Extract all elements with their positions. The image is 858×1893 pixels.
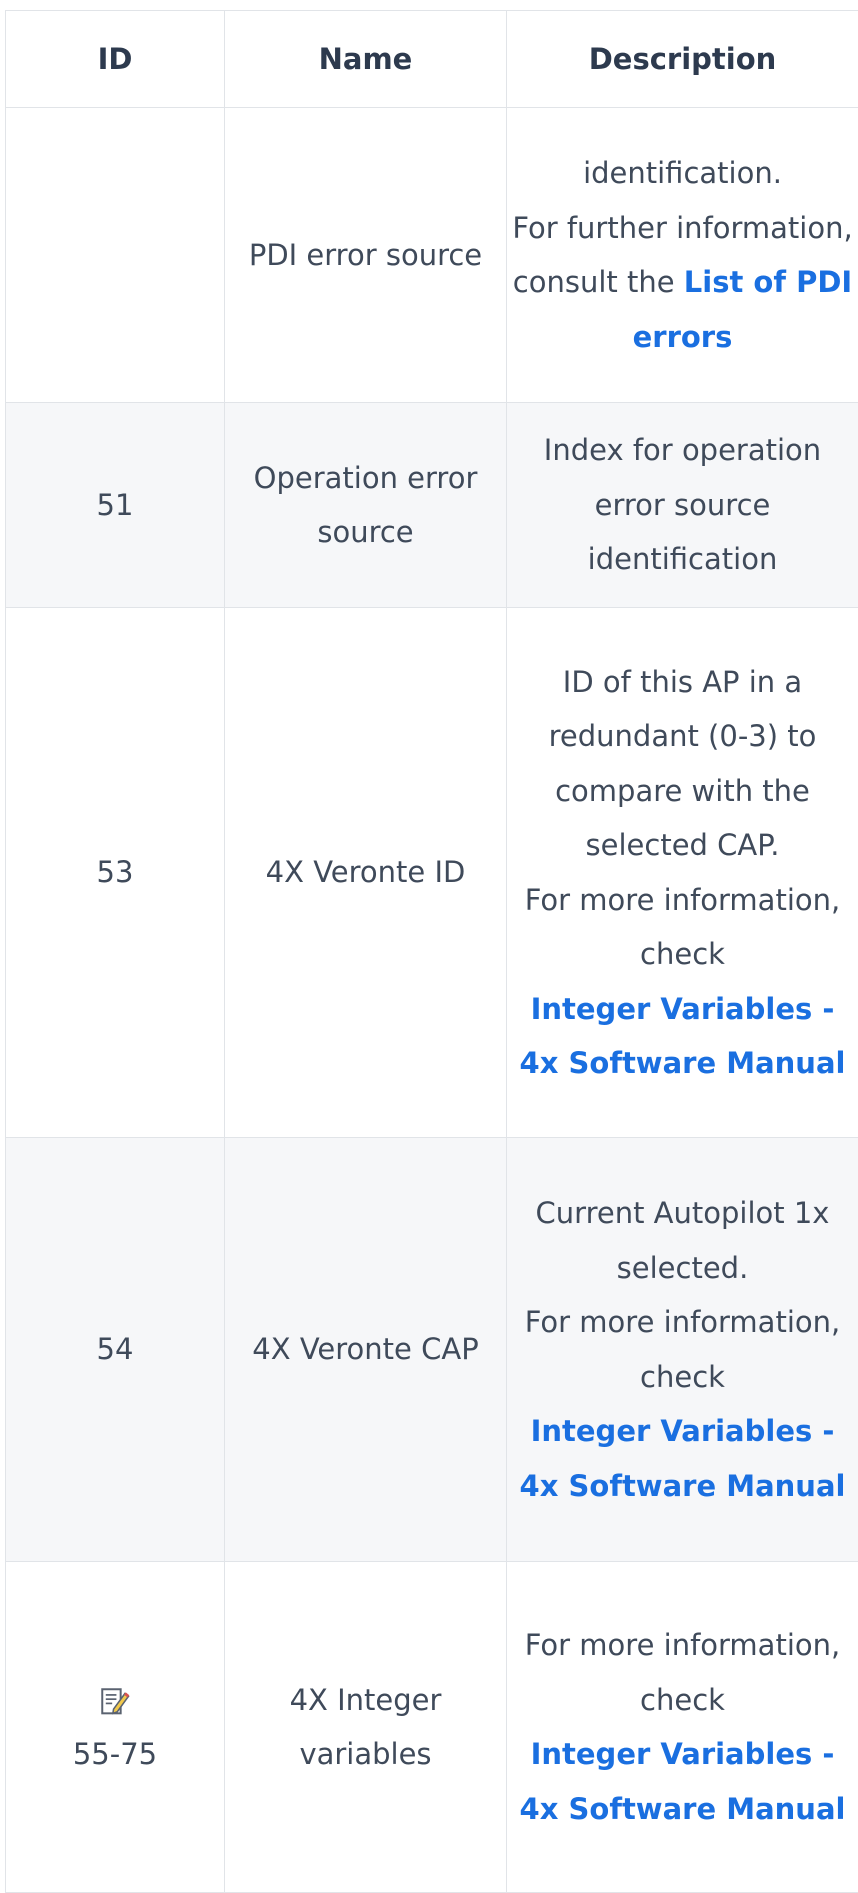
description-text: For more information, check	[525, 883, 840, 972]
name-text: 4X Veronte CAP	[252, 1332, 478, 1366]
cell-description: For more information, check Integer Vari…	[507, 1562, 858, 1893]
edit-note-icon	[98, 1685, 132, 1719]
name-text: Operation error source	[254, 461, 478, 550]
cell-id: 51	[6, 403, 225, 608]
cell-id	[6, 108, 225, 403]
description-text: ID of this AP in a redundant (0-3) to co…	[549, 665, 817, 863]
integer-variables-link[interactable]: Integer Variables - 4x Software Manual	[520, 1737, 846, 1826]
table-header-row: ID Name Description	[6, 11, 858, 108]
name-text: 4X Veronte ID	[266, 855, 466, 889]
description-text: For more information, check	[525, 1305, 840, 1394]
description-text: For more information, check	[525, 1628, 840, 1717]
cell-name: 4X Veronte ID	[225, 608, 507, 1138]
description-text: Current Autopilot 1x selected.	[536, 1196, 830, 1285]
table-row: 53 4X Veronte ID ID of this AP in a redu…	[6, 608, 858, 1138]
integer-variables-link[interactable]: Integer Variables - 4x Software Manual	[520, 1414, 846, 1503]
cell-id: 53	[6, 608, 225, 1138]
column-header-id: ID	[6, 11, 225, 108]
variables-table-wrapper: ID Name Description PDI error source ide…	[5, 10, 858, 1893]
cell-name: 4X Integer variables	[225, 1562, 507, 1893]
cell-description: Current Autopilot 1x selected. For more …	[507, 1138, 858, 1562]
integer-variables-link[interactable]: Integer Variables - 4x Software Manual	[520, 992, 846, 1081]
description-text: Index for operation error source identif…	[544, 433, 821, 576]
cell-name: Operation error source	[225, 403, 507, 608]
cell-id: 55-75	[6, 1562, 225, 1893]
cell-description: identification. For further information,…	[507, 108, 858, 403]
cell-name: PDI error source	[225, 108, 507, 403]
table-row: PDI error source identification. For fur…	[6, 108, 858, 403]
column-header-name: Name	[225, 11, 507, 108]
name-text: 4X Integer variables	[290, 1683, 442, 1772]
id-text: 55-75	[73, 1737, 157, 1771]
column-header-description: Description	[507, 11, 858, 108]
table-row: 54 4X Veronte CAP Current Autopilot 1x s…	[6, 1138, 858, 1562]
table-row: 51 Operation error source Index for oper…	[6, 403, 858, 608]
cell-description: ID of this AP in a redundant (0-3) to co…	[507, 608, 858, 1138]
cell-description: Index for operation error source identif…	[507, 403, 858, 608]
cell-name: 4X Veronte CAP	[225, 1138, 507, 1562]
name-text: PDI error source	[249, 238, 482, 272]
table-row: 55-75 4X Integer variables For more info…	[6, 1562, 858, 1893]
description-text: identification.	[583, 156, 782, 190]
variables-table: ID Name Description PDI error source ide…	[5, 10, 858, 1893]
cell-id: 54	[6, 1138, 225, 1562]
